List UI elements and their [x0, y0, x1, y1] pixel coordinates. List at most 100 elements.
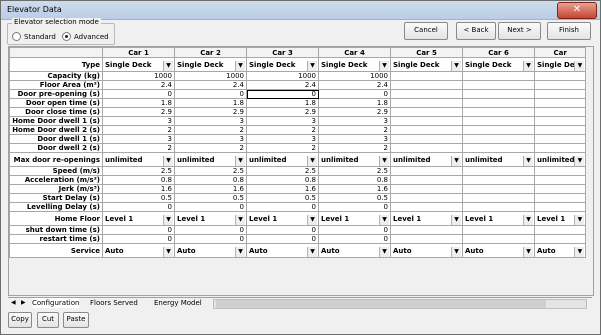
chevron-down-icon[interactable]: ▼ — [523, 214, 533, 225]
table-cell[interactable] — [462, 134, 535, 144]
chevron-down-icon[interactable]: ▼ — [574, 60, 585, 71]
table-cell[interactable]: 0.5 — [174, 193, 247, 203]
dropdown[interactable]: Auto ▼ — [105, 246, 173, 257]
table-cell[interactable] — [390, 184, 463, 194]
table-cell[interactable] — [533, 184, 587, 194]
table-cell[interactable]: 0 — [174, 234, 247, 244]
table-cell[interactable]: 2 — [102, 143, 175, 153]
table-cell[interactable] — [390, 98, 463, 108]
dropdown-cell[interactable]: unlimited ▼ — [318, 152, 391, 167]
chevron-down-icon[interactable]: ▼ — [235, 214, 245, 225]
column-header[interactable]: Car 2 — [174, 47, 247, 58]
table-cell[interactable]: 2.5 — [174, 166, 247, 176]
chevron-down-icon[interactable]: ▼ — [451, 155, 461, 166]
dropdown[interactable]: Auto ▼ — [465, 246, 533, 257]
table-cell[interactable]: 2.9 — [174, 107, 247, 117]
table-cell[interactable]: 0 — [174, 225, 247, 235]
dropdown[interactable]: Level 1 ▼ — [249, 214, 317, 225]
dropdown-cell[interactable]: Single Deck ▼ — [318, 57, 391, 72]
chevron-down-icon[interactable]: ▼ — [523, 155, 533, 166]
table-cell[interactable]: 0 — [318, 202, 391, 212]
dropdown-cell[interactable]: Single Deck ▼ — [102, 57, 175, 72]
dropdown[interactable]: Auto ▼ — [393, 246, 461, 257]
dropdown-cell[interactable]: unlimited ▼ — [246, 152, 319, 167]
table-cell[interactable]: 2.5 — [102, 166, 175, 176]
table-cell[interactable]: 0 — [246, 202, 319, 212]
table-cell[interactable]: 0 — [246, 89, 319, 99]
table-cell[interactable]: 2 — [246, 125, 319, 135]
table-cell[interactable] — [533, 80, 587, 90]
dropdown[interactable]: unlimited ▼ — [537, 155, 585, 166]
dropdown[interactable]: Auto ▼ — [537, 246, 585, 257]
table-cell[interactable] — [390, 107, 463, 117]
dropdown-cell[interactable]: Single Deck ▼ — [533, 57, 587, 72]
copy-button[interactable]: Copy — [8, 312, 32, 328]
table-cell[interactable]: 2.9 — [318, 107, 391, 117]
table-cell[interactable] — [533, 89, 587, 99]
table-cell[interactable]: 0 — [318, 234, 391, 244]
table-cell[interactable] — [390, 143, 463, 153]
table-cell[interactable]: 0 — [318, 225, 391, 235]
radio-advanced[interactable]: Advanced — [62, 32, 109, 41]
chevron-down-icon[interactable]: ▼ — [574, 155, 585, 166]
table-cell[interactable] — [533, 125, 587, 135]
table-cell[interactable]: 0.5 — [102, 193, 175, 203]
chevron-down-icon[interactable]: ▼ — [451, 214, 461, 225]
dropdown-cell[interactable]: unlimited ▼ — [462, 152, 535, 167]
dropdown[interactable]: Level 1 ▼ — [177, 214, 245, 225]
chevron-down-icon[interactable]: ▼ — [163, 155, 173, 166]
table-cell[interactable] — [533, 143, 587, 153]
table-cell[interactable]: 0.8 — [246, 175, 319, 185]
dropdown[interactable]: unlimited ▼ — [321, 155, 389, 166]
table-cell[interactable] — [462, 89, 535, 99]
chevron-down-icon[interactable]: ▼ — [307, 60, 317, 71]
table-cell[interactable]: 2.4 — [246, 80, 319, 90]
table-cell[interactable] — [390, 166, 463, 176]
table-cell[interactable]: 1000 — [102, 71, 175, 81]
table-cell[interactable]: 1.8 — [246, 98, 319, 108]
table-cell[interactable] — [533, 202, 587, 212]
radio-standard[interactable]: Standard — [12, 32, 56, 41]
chevron-down-icon[interactable]: ▼ — [451, 246, 461, 257]
close-button[interactable]: ✕ — [557, 2, 597, 19]
table-cell[interactable]: 2 — [174, 125, 247, 135]
scrollbar-thumb[interactable] — [216, 300, 546, 308]
table-cell[interactable]: 2.4 — [102, 80, 175, 90]
tab-energy-model[interactable]: Energy Model — [154, 298, 202, 308]
dropdown[interactable]: Auto ▼ — [321, 246, 389, 257]
dropdown[interactable]: unlimited ▼ — [105, 155, 173, 166]
dropdown-cell[interactable]: unlimited ▼ — [390, 152, 463, 167]
dropdown[interactable]: Single Deck ▼ — [321, 60, 389, 71]
table-cell[interactable] — [462, 193, 535, 203]
table-cell[interactable]: 2.4 — [174, 80, 247, 90]
dropdown[interactable]: Level 1 ▼ — [393, 214, 461, 225]
table-cell[interactable] — [462, 98, 535, 108]
dropdown-cell[interactable]: Auto ▼ — [246, 243, 319, 258]
column-header[interactable]: Car 3 — [246, 47, 319, 58]
column-header[interactable]: Car — [533, 47, 587, 58]
chevron-down-icon[interactable]: ▼ — [307, 155, 317, 166]
table-cell[interactable]: 2 — [318, 125, 391, 135]
table-cell[interactable] — [390, 125, 463, 135]
column-header[interactable]: Car 1 — [102, 47, 175, 58]
table-cell[interactable]: 2.5 — [318, 166, 391, 176]
table-cell[interactable] — [533, 193, 587, 203]
dropdown-cell[interactable]: Single Deck ▼ — [390, 57, 463, 72]
dropdown[interactable]: Single Deck ▼ — [537, 60, 585, 71]
chevron-down-icon[interactable]: ▼ — [163, 60, 173, 71]
table-cell[interactable]: 0.8 — [102, 175, 175, 185]
table-cell[interactable]: 1000 — [174, 71, 247, 81]
table-cell[interactable]: 0 — [102, 225, 175, 235]
table-cell[interactable] — [390, 134, 463, 144]
dropdown[interactable]: unlimited ▼ — [177, 155, 245, 166]
table-cell[interactable]: 1.8 — [102, 98, 175, 108]
column-header[interactable]: Car 4 — [318, 47, 391, 58]
table-cell[interactable]: 0.5 — [246, 193, 319, 203]
table-cell[interactable] — [462, 116, 535, 126]
table-cell[interactable]: 0 — [246, 234, 319, 244]
dropdown-cell[interactable]: unlimited ▼ — [102, 152, 175, 167]
chevron-down-icon[interactable]: ▼ — [379, 60, 389, 71]
table-cell[interactable]: 1.6 — [246, 184, 319, 194]
table-cell[interactable] — [533, 175, 587, 185]
table-cell[interactable] — [390, 80, 463, 90]
